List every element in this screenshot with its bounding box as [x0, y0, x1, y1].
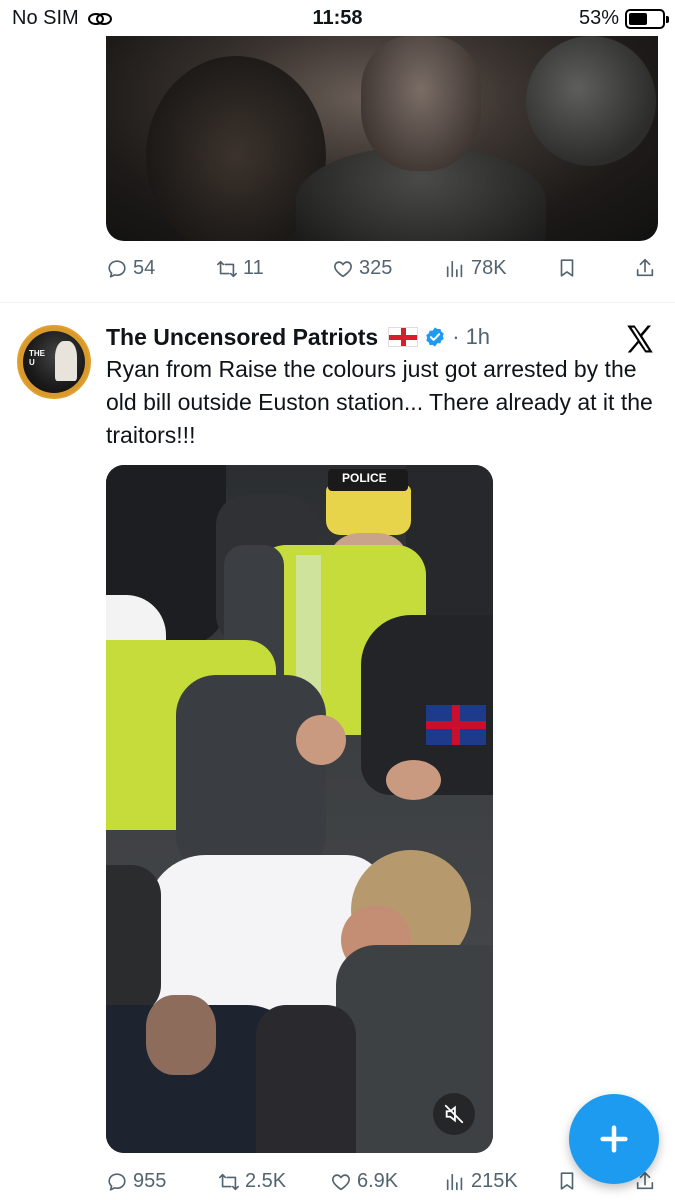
muted-speaker-icon — [444, 1104, 464, 1124]
tweet2-like-count: 6.9K — [357, 1170, 399, 1192]
heart-icon — [332, 1173, 350, 1190]
tweet2-views-button[interactable]: 215K — [444, 1170, 518, 1193]
tweet-text: Ryan from Raise the colours just got arr… — [106, 356, 653, 448]
speech-bubble-icon — [108, 1172, 126, 1191]
tweet1-retweet-count: 11 — [243, 257, 264, 279]
tweet2-view-count: 215K — [471, 1170, 518, 1192]
status-bar: No SIM 11:58 53% — [0, 0, 675, 36]
bar-chart-icon — [446, 260, 463, 277]
tweet2-bookmark-button[interactable] — [556, 1170, 578, 1192]
share-icon — [636, 258, 654, 277]
tweet1-share-button[interactable] — [634, 257, 656, 279]
bookmark-icon — [560, 259, 574, 277]
tweet1-reply-button[interactable]: 54 — [106, 257, 155, 280]
status-right: 53% — [578, 7, 669, 30]
tweet2-action-bar: 955 2.5K 6.9K 215K — [106, 1170, 658, 1200]
tweet1-like-button[interactable]: 325 — [332, 257, 392, 280]
tweet2-like-button[interactable]: 6.9K — [330, 1170, 398, 1193]
tweet2-reply-count: 955 — [133, 1170, 167, 1192]
tweet1-like-count: 325 — [359, 257, 393, 279]
mute-toggle[interactable] — [433, 1093, 475, 1135]
plus-icon — [600, 1125, 628, 1153]
clock: 11:58 — [312, 7, 363, 29]
retweet-icon — [219, 1173, 239, 1190]
tweet1-action-bar: 54 11 325 78K — [106, 257, 658, 287]
battery-percent: 53% — [578, 7, 619, 29]
x-logo-icon[interactable] — [623, 322, 657, 356]
tweet2-retweet-button[interactable]: 2.5K — [218, 1170, 286, 1193]
speech-bubble-icon — [108, 259, 126, 278]
tweet1-retweet-button[interactable]: 11 — [216, 257, 264, 280]
tweet-divider — [0, 302, 675, 303]
tweet2-retweet-count: 2.5K — [245, 1170, 287, 1192]
compose-button[interactable] — [569, 1094, 659, 1184]
tweet1-reply-count: 54 — [133, 257, 156, 279]
bookmark-icon — [560, 1172, 574, 1190]
tweet2-video[interactable]: POLICE — [106, 465, 493, 1153]
tweet-timestamp[interactable]: 1h — [466, 324, 490, 350]
battery-icon — [625, 8, 669, 29]
verified-badge-icon — [426, 327, 444, 347]
tweet1-views-button[interactable]: 78K — [444, 257, 507, 280]
tweet1-media-image[interactable] — [106, 36, 658, 241]
england-flag-icon — [388, 327, 419, 347]
tweet2-reply-button[interactable]: 955 — [106, 1170, 166, 1193]
police-cap-badge: POLICE — [342, 471, 387, 485]
heart-icon — [334, 260, 352, 277]
author-avatar[interactable]: THE U — [17, 325, 91, 399]
author-name[interactable]: The Uncensored Patriots — [106, 324, 378, 351]
retweet-icon — [217, 260, 237, 277]
bar-chart-icon — [446, 1173, 463, 1190]
tweet1-bookmark-button[interactable] — [556, 257, 578, 279]
separator-dot: · — [452, 324, 460, 349]
tweet1-view-count: 78K — [471, 257, 507, 279]
tweet2-author-row: The Uncensored Patriots · 1h — [106, 322, 490, 352]
